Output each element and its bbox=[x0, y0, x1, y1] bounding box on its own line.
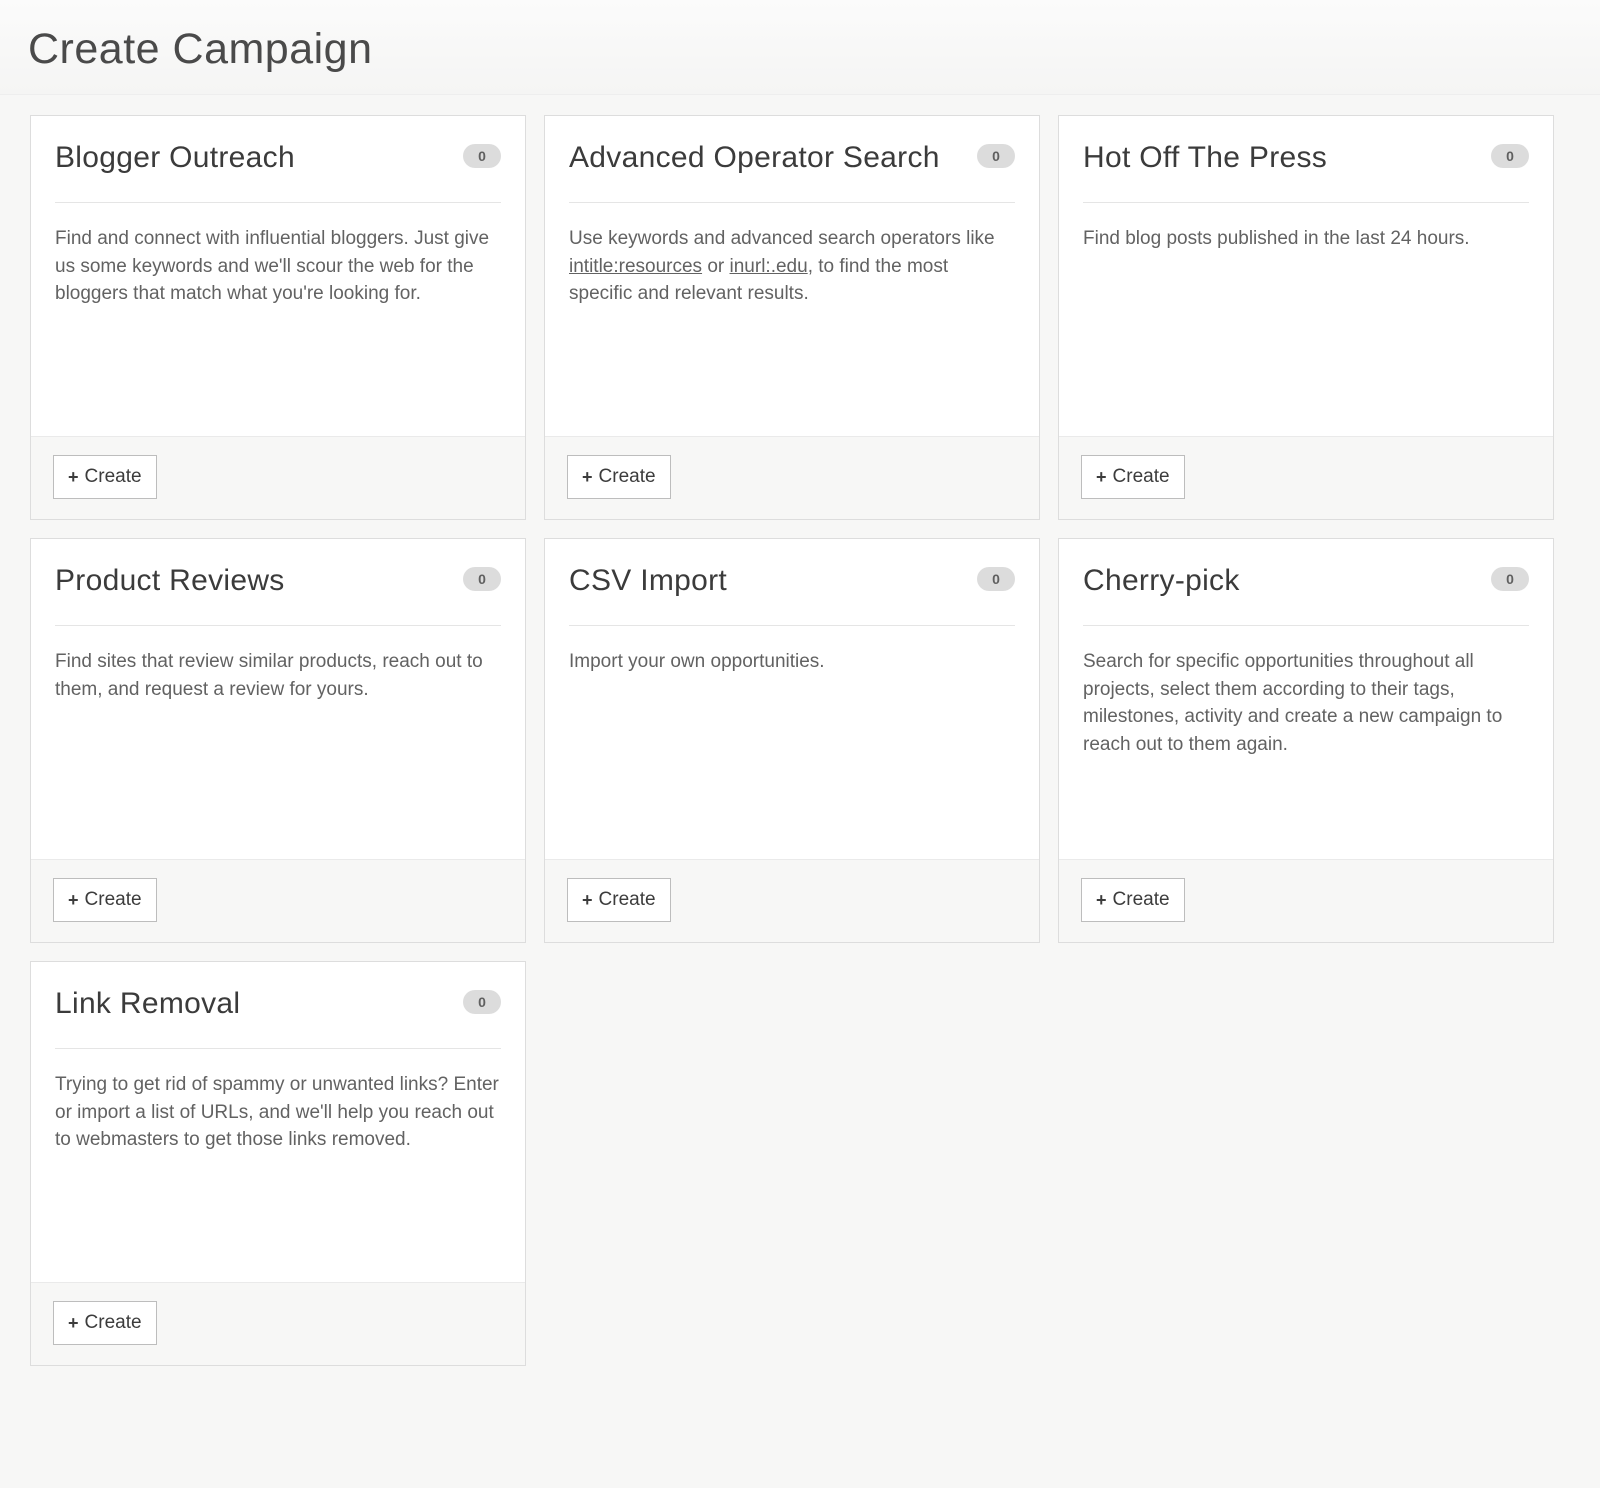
create-button[interactable]: + Create bbox=[1081, 878, 1185, 922]
create-button-label: Create bbox=[85, 889, 142, 911]
plus-icon: + bbox=[582, 891, 593, 909]
count-badge: 0 bbox=[463, 567, 501, 591]
plus-icon: + bbox=[1096, 891, 1107, 909]
create-button-label: Create bbox=[1113, 466, 1170, 488]
create-button[interactable]: + Create bbox=[1081, 455, 1185, 499]
card-hot-off-the-press: Hot Off The Press 0 Find blog posts publ… bbox=[1058, 115, 1554, 520]
card-description: Import your own opportunities. bbox=[569, 648, 1015, 676]
card-footer: + Create bbox=[1059, 859, 1553, 942]
card-head: CSV Import 0 bbox=[569, 563, 1015, 626]
desc-underline-2: inurl:.edu bbox=[730, 256, 808, 277]
create-button-label: Create bbox=[85, 1312, 142, 1334]
card-head: Cherry-pick 0 bbox=[1083, 563, 1529, 626]
plus-icon: + bbox=[68, 468, 79, 486]
card-footer: + Create bbox=[1059, 436, 1553, 519]
page-header: Create Campaign bbox=[0, 0, 1600, 95]
card-footer: + Create bbox=[31, 436, 525, 519]
card-footer: + Create bbox=[545, 436, 1039, 519]
card-body: Link Removal 0 Trying to get rid of spam… bbox=[31, 962, 525, 1282]
card-cherry-pick: Cherry-pick 0 Search for specific opport… bbox=[1058, 538, 1554, 943]
page-title: Create Campaign bbox=[28, 25, 1572, 74]
card-link-removal: Link Removal 0 Trying to get rid of spam… bbox=[30, 961, 526, 1366]
card-body: CSV Import 0 Import your own opportuniti… bbox=[545, 539, 1039, 859]
count-badge: 0 bbox=[463, 144, 501, 168]
card-description: Find blog posts published in the last 24… bbox=[1083, 225, 1529, 253]
create-button[interactable]: + Create bbox=[567, 878, 671, 922]
card-footer: + Create bbox=[31, 1282, 525, 1365]
card-head: Hot Off The Press 0 bbox=[1083, 140, 1529, 203]
card-title: Advanced Operator Search bbox=[569, 140, 940, 176]
create-button[interactable]: + Create bbox=[53, 878, 157, 922]
plus-icon: + bbox=[1096, 468, 1107, 486]
card-product-reviews: Product Reviews 0 Find sites that review… bbox=[30, 538, 526, 943]
card-body: Advanced Operator Search 0 Use keywords … bbox=[545, 116, 1039, 436]
card-description: Find and connect with influential blogge… bbox=[55, 225, 501, 308]
card-title: Blogger Outreach bbox=[55, 140, 295, 176]
card-head: Product Reviews 0 bbox=[55, 563, 501, 626]
card-head: Blogger Outreach 0 bbox=[55, 140, 501, 203]
card-description: Trying to get rid of spammy or unwanted … bbox=[55, 1071, 501, 1154]
plus-icon: + bbox=[582, 468, 593, 486]
card-title: CSV Import bbox=[569, 563, 727, 599]
card-title: Link Removal bbox=[55, 986, 240, 1022]
count-badge: 0 bbox=[463, 990, 501, 1014]
desc-text: Use keywords and advanced search operato… bbox=[569, 228, 995, 249]
desc-underline-1: intitle:resources bbox=[569, 256, 702, 277]
card-description: Use keywords and advanced search operato… bbox=[569, 225, 1015, 308]
campaign-grid: Blogger Outreach 0 Find and connect with… bbox=[0, 95, 1600, 1386]
card-head: Link Removal 0 bbox=[55, 986, 501, 1049]
card-footer: + Create bbox=[31, 859, 525, 942]
card-body: Blogger Outreach 0 Find and connect with… bbox=[31, 116, 525, 436]
card-body: Product Reviews 0 Find sites that review… bbox=[31, 539, 525, 859]
create-button[interactable]: + Create bbox=[53, 1301, 157, 1345]
create-button[interactable]: + Create bbox=[567, 455, 671, 499]
count-badge: 0 bbox=[1491, 567, 1529, 591]
card-head: Advanced Operator Search 0 bbox=[569, 140, 1015, 203]
card-footer: + Create bbox=[545, 859, 1039, 942]
create-button[interactable]: + Create bbox=[53, 455, 157, 499]
card-title: Cherry-pick bbox=[1083, 563, 1240, 599]
card-body: Hot Off The Press 0 Find blog posts publ… bbox=[1059, 116, 1553, 436]
count-badge: 0 bbox=[977, 144, 1015, 168]
card-description: Search for specific opportunities throug… bbox=[1083, 648, 1529, 758]
card-title: Product Reviews bbox=[55, 563, 285, 599]
count-badge: 0 bbox=[977, 567, 1015, 591]
create-button-label: Create bbox=[85, 466, 142, 488]
card-description: Find sites that review similar products,… bbox=[55, 648, 501, 703]
desc-text: or bbox=[702, 256, 729, 277]
card-blogger-outreach: Blogger Outreach 0 Find and connect with… bbox=[30, 115, 526, 520]
plus-icon: + bbox=[68, 1314, 79, 1332]
count-badge: 0 bbox=[1491, 144, 1529, 168]
plus-icon: + bbox=[68, 891, 79, 909]
card-csv-import: CSV Import 0 Import your own opportuniti… bbox=[544, 538, 1040, 943]
card-title: Hot Off The Press bbox=[1083, 140, 1327, 176]
create-button-label: Create bbox=[599, 466, 656, 488]
create-button-label: Create bbox=[599, 889, 656, 911]
card-body: Cherry-pick 0 Search for specific opport… bbox=[1059, 539, 1553, 859]
create-button-label: Create bbox=[1113, 889, 1170, 911]
card-advanced-operator-search: Advanced Operator Search 0 Use keywords … bbox=[544, 115, 1040, 520]
page: Create Campaign Blogger Outreach 0 Find … bbox=[0, 0, 1600, 1488]
